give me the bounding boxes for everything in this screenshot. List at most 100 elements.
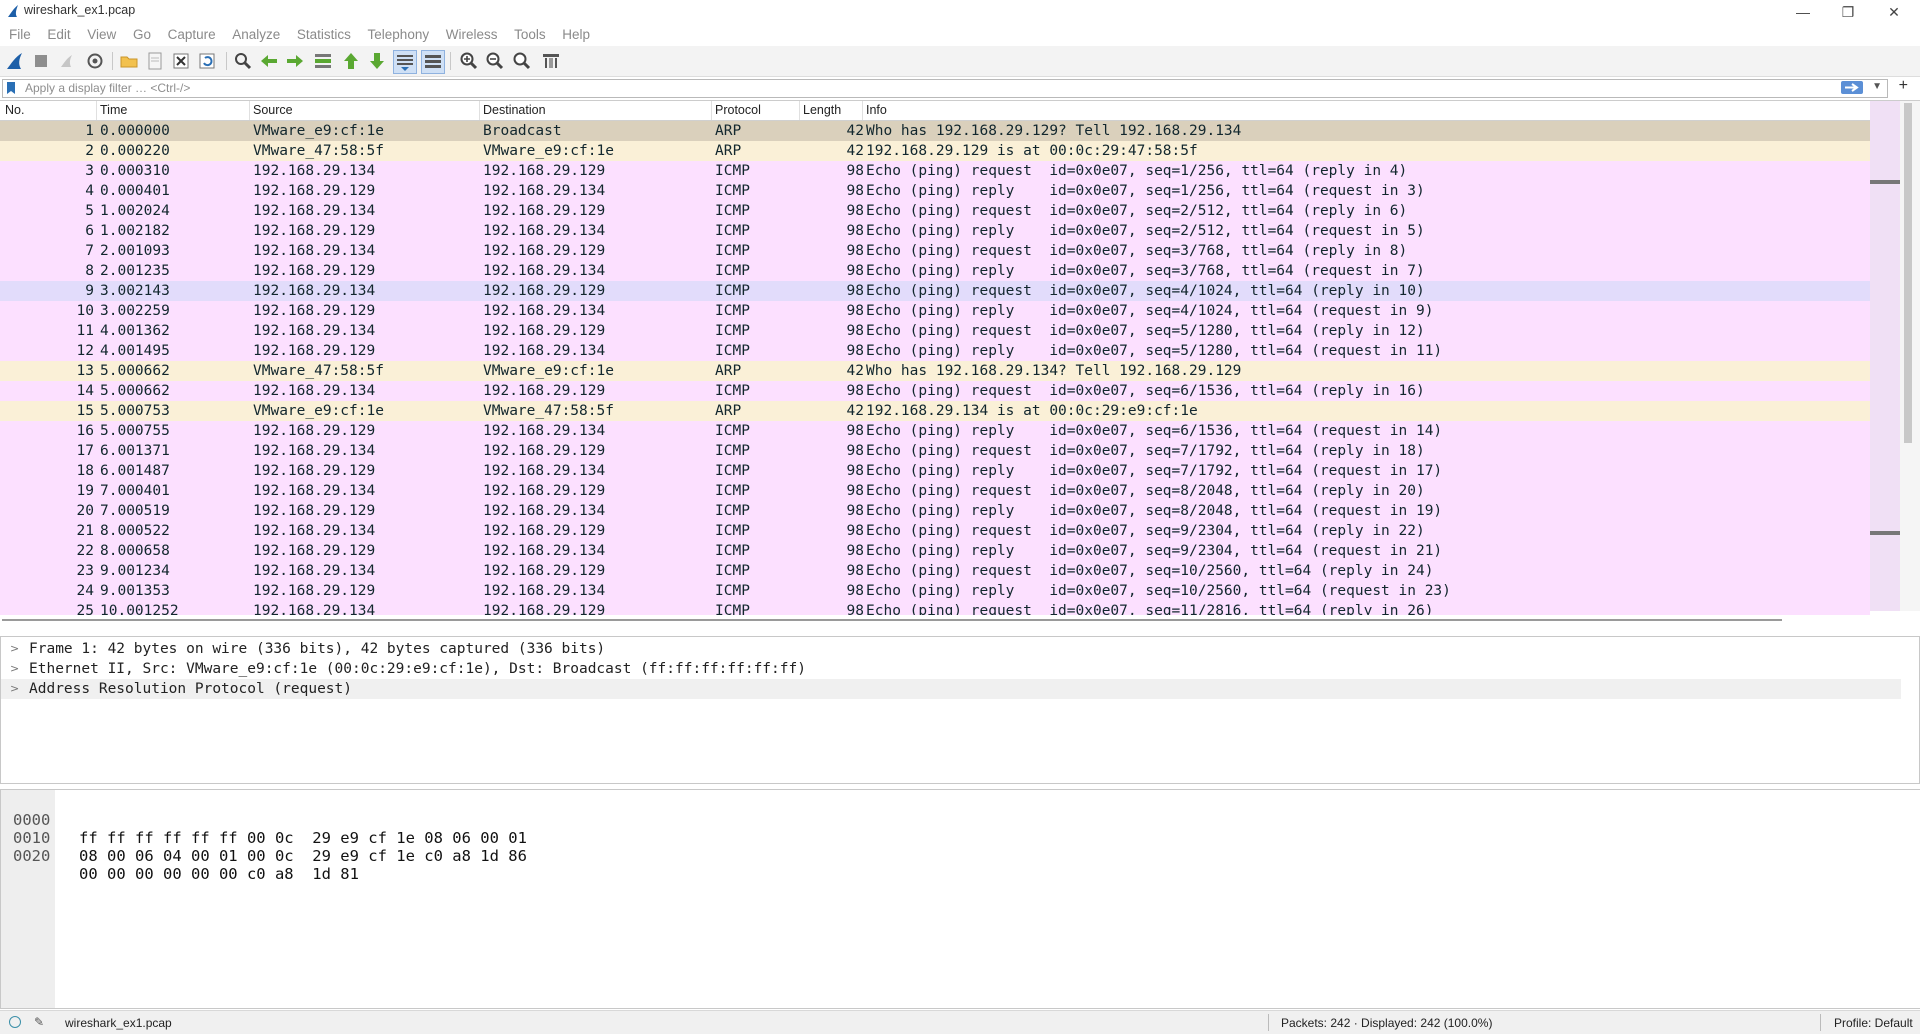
capture-comment-icon[interactable]: ✎ — [34, 1015, 44, 1029]
colorize-icon[interactable] — [421, 50, 445, 74]
column-header-source[interactable]: Source — [253, 103, 293, 117]
go-to-packet-icon[interactable] — [312, 50, 334, 72]
packet-list-scrollbar[interactable] — [1870, 101, 1920, 611]
menu-help[interactable]: Help — [560, 24, 592, 46]
hex-row[interactable]: 0020 00 00 00 00 00 00 c0 a8 1d 81 — [1, 829, 359, 883]
packet-row[interactable]: 21 8.000522 192.168.29.134 192.168.29.129 IC… — [0, 521, 1870, 541]
packet-row[interactable]: 25 10.001252 192.168.29.134 192.168.29.129 I… — [0, 601, 1870, 615]
scrollbar-thumb[interactable] — [1904, 103, 1912, 443]
packet-row[interactable]: 3 0.000310 192.168.29.134 192.168.29.129 ICM… — [0, 161, 1870, 181]
packet-cell-proto: ICMP — [715, 423, 750, 439]
packet-row[interactable]: 6 1.002182 192.168.29.129 192.168.29.134 ICM… — [0, 221, 1870, 241]
detail-row-arp[interactable]: > Address Resolution Protocol (request) — [1, 679, 1901, 699]
packet-row[interactable]: 9 3.002143 192.168.29.134 192.168.29.129 ICM… — [0, 281, 1870, 301]
packet-row[interactable]: 24 9.001353 192.168.29.129 192.168.29.134 IC… — [0, 581, 1870, 601]
minimize-button[interactable]: — — [1783, 2, 1823, 22]
stop-icon[interactable] — [30, 50, 52, 72]
status-packet-count: Packets: 242 · Displayed: 242 (100.0%) — [1281, 1016, 1493, 1030]
column-header-destination[interactable]: Destination — [483, 103, 546, 117]
menu-go[interactable]: Go — [131, 24, 153, 46]
menu-file[interactable]: File — [7, 24, 33, 46]
packet-cell-info: Echo (ping) reply id=0x0e07, seq=9/2304,… — [866, 543, 1443, 559]
packet-row[interactable]: 23 9.001234 192.168.29.134 192.168.29.129 IC… — [0, 561, 1870, 581]
menu-capture[interactable]: Capture — [166, 24, 218, 46]
packet-row[interactable]: 22 8.000658 192.168.29.129 192.168.29.134 IC… — [0, 541, 1870, 561]
menu-wireless[interactable]: Wireless — [444, 24, 500, 46]
shark-fin-start-icon[interactable] — [4, 50, 26, 72]
menu-analyze[interactable]: Analyze — [230, 24, 282, 46]
horizontal-scrollbar[interactable] — [0, 616, 1790, 624]
expand-chevron-icon[interactable]: > — [10, 679, 19, 699]
find-icon[interactable] — [232, 50, 254, 72]
expand-chevron-icon[interactable]: > — [10, 639, 19, 659]
bookmark-icon[interactable] — [6, 82, 16, 94]
column-header-no[interactable]: No. — [5, 103, 24, 117]
packet-cell-time: 0.000220 — [100, 143, 170, 159]
close-file-icon[interactable] — [170, 50, 192, 72]
menu-tools[interactable]: Tools — [512, 24, 548, 46]
resize-columns-icon[interactable] — [540, 50, 562, 72]
first-packet-icon[interactable] — [340, 50, 362, 72]
column-header-protocol[interactable]: Protocol — [715, 103, 761, 117]
detail-row-ethernet[interactable]: > Ethernet II, Src: VMware_e9:cf:1e (00:… — [1, 659, 1901, 679]
zoom-in-icon[interactable] — [458, 50, 480, 72]
save-file-icon[interactable] — [144, 50, 166, 72]
packet-row[interactable]: 17 6.001371 192.168.29.134 192.168.29.129 IC… — [0, 441, 1870, 461]
packet-row[interactable]: 18 6.001487 192.168.29.129 192.168.29.134 IC… — [0, 461, 1870, 481]
packet-row[interactable]: 14 5.000662 192.168.29.134 192.168.29.129 IC… — [0, 381, 1870, 401]
menu-view[interactable]: View — [85, 24, 118, 46]
packet-cell-no: 2 — [85, 143, 94, 159]
packet-cell-len: 98 — [846, 283, 864, 299]
packet-cell-no: 1 — [85, 123, 94, 139]
packet-row[interactable]: 19 7.000401 192.168.29.134 192.168.29.129 IC… — [0, 481, 1870, 501]
packet-cell-info: Echo (ping) reply id=0x0e07, seq=2/512, … — [866, 223, 1425, 239]
expand-chevron-icon[interactable]: > — [10, 659, 19, 679]
packet-row[interactable]: 16 5.000755 192.168.29.129 192.168.29.134 IC… — [0, 421, 1870, 441]
hex-row[interactable]: 0000 ff ff ff ff ff ff 00 0c 29 e9 cf 1e… — [1, 793, 527, 847]
column-header-length[interactable]: Length — [803, 103, 841, 117]
add-filter-button[interactable]: + — [1899, 77, 1908, 95]
last-packet-icon[interactable] — [366, 50, 388, 72]
packet-row[interactable]: 5 1.002024 192.168.29.134 192.168.29.129 ICM… — [0, 201, 1870, 221]
expert-info-icon[interactable] — [9, 1016, 21, 1028]
packet-row[interactable]: 10 3.002259 192.168.29.129 192.168.29.134 IC… — [0, 301, 1870, 321]
restart-icon[interactable] — [56, 50, 78, 72]
packet-cell-proto: ICMP — [715, 563, 750, 579]
menu-edit[interactable]: Edit — [45, 24, 72, 46]
restore-button[interactable]: ❐ — [1828, 2, 1868, 22]
packet-row[interactable]: 7 2.001093 192.168.29.134 192.168.29.129 ICM… — [0, 241, 1870, 261]
menu-statistics[interactable]: Statistics — [295, 24, 353, 46]
normal-size-icon[interactable] — [511, 50, 533, 72]
menu-telephony[interactable]: Telephony — [366, 24, 432, 46]
packet-row[interactable]: 12 4.001495 192.168.29.129 192.168.29.134 IC… — [0, 341, 1870, 361]
chevron-down-icon[interactable]: ▼ — [1872, 81, 1882, 92]
column-header-info[interactable]: Info — [866, 103, 887, 117]
packet-row[interactable]: 4 0.000401 192.168.29.129 192.168.29.134 ICM… — [0, 181, 1870, 201]
close-window-button[interactable]: ✕ — [1874, 2, 1914, 22]
back-arrow-icon[interactable] — [258, 50, 280, 72]
hex-row[interactable]: 0010 08 00 06 04 00 01 00 0c 29 e9 cf 1e… — [1, 811, 527, 865]
packet-row[interactable]: 15 5.000753 VMware_e9:cf:1e VMware_47:58:5f… — [0, 401, 1870, 421]
packet-row[interactable]: 11 4.001362 192.168.29.134 192.168.29.129 IC… — [0, 321, 1870, 341]
packet-cell-info: Echo (ping) reply id=0x0e07, seq=4/1024,… — [866, 303, 1434, 319]
column-header-time[interactable]: Time — [100, 103, 127, 117]
reload-icon[interactable] — [196, 50, 218, 72]
detail-row-frame[interactable]: > Frame 1: 42 bytes on wire (336 bits), … — [1, 639, 1901, 659]
packet-cell-dst: 192.168.29.134 — [483, 343, 606, 359]
packet-row[interactable]: 13 5.000662 VMware_47:58:5f VMware_e9:cf:1e… — [0, 361, 1870, 381]
options-gear-icon[interactable] — [84, 50, 106, 72]
packet-cell-len: 98 — [846, 203, 864, 219]
packet-row[interactable]: 2 0.000220 VMware_47:58:5f VMware_e9:cf:1e A… — [0, 141, 1870, 161]
packet-row[interactable]: 8 2.001235 192.168.29.129 192.168.29.134 ICM… — [0, 261, 1870, 281]
packet-row[interactable]: 1 0.000000 VMware_e9:cf:1e Broadcast ARP 42 Wh… — [0, 121, 1870, 141]
apply-filter-arrow-icon[interactable] — [1841, 81, 1863, 94]
zoom-out-icon[interactable] — [484, 50, 506, 72]
display-filter-input[interactable]: Apply a display filter … <Ctrl-/> ▼ — [2, 79, 1888, 98]
forward-arrow-icon[interactable] — [284, 50, 306, 72]
packet-cell-dst: 192.168.29.129 — [483, 243, 606, 259]
packet-row[interactable]: 20 7.000519 192.168.29.129 192.168.29.134 IC… — [0, 501, 1870, 521]
open-folder-icon[interactable] — [118, 50, 140, 72]
autoscroll-icon[interactable] — [393, 50, 417, 74]
packet-minimap[interactable] — [1870, 101, 1900, 611]
status-profile[interactable]: Profile: Default — [1834, 1016, 1913, 1030]
